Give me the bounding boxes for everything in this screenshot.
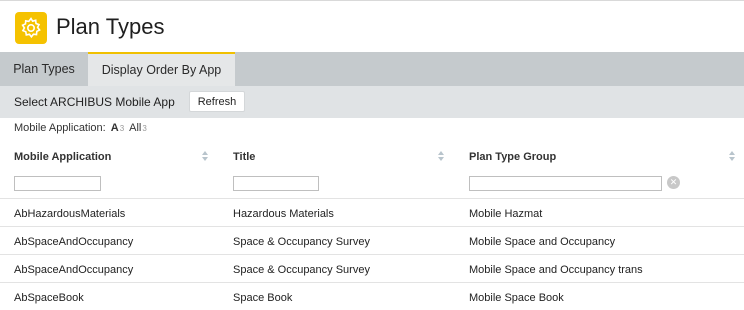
gear-icon xyxy=(15,12,47,44)
filter-title[interactable] xyxy=(233,176,319,191)
index-bar: Mobile Application: A 3 All 3 xyxy=(14,122,147,134)
cell-mobile-application: AbSpaceAndOccupancy xyxy=(14,264,134,276)
page-header: Plan Types xyxy=(0,4,744,52)
cell-mobile-application: AbSpaceAndOccupancy xyxy=(14,236,134,248)
cell-plan-type-group: Mobile Space Book xyxy=(469,292,564,304)
index-label: Mobile Application: xyxy=(14,122,106,134)
table-row[interactable]: AbSpaceAndOccupancy Space & Occupancy Su… xyxy=(0,254,744,282)
cell-title: Hazardous Materials xyxy=(233,208,334,220)
panel-title: Select ARCHIBUS Mobile App xyxy=(14,95,175,109)
sort-icon[interactable] xyxy=(728,150,736,162)
cell-title: Space & Occupancy Survey xyxy=(233,264,370,276)
index-item-count: 3 xyxy=(119,124,125,133)
tab-bar: Plan Types Display Order By App xyxy=(0,52,744,86)
refresh-button[interactable]: Refresh xyxy=(189,91,245,112)
clear-filter-icon[interactable]: ✕ xyxy=(667,176,680,189)
index-item-label: All xyxy=(129,122,142,134)
panel-header: Select ARCHIBUS Mobile App Refresh xyxy=(0,86,744,118)
index-item-count: 3 xyxy=(142,124,147,133)
cell-plan-type-group: Mobile Hazmat xyxy=(469,208,543,220)
table-row[interactable]: AbHazardousMaterials Hazardous Materials… xyxy=(0,198,744,226)
cell-plan-type-group: Mobile Space and Occupancy trans xyxy=(469,264,643,276)
column-header-mobile-application[interactable]: Mobile Application xyxy=(14,151,111,163)
sort-icon[interactable] xyxy=(437,150,445,162)
cell-plan-type-group: Mobile Space and Occupancy xyxy=(469,236,616,248)
index-item-a[interactable]: A 3 xyxy=(111,122,124,134)
table-row[interactable]: AbSpaceBook Space Book Mobile Space Book xyxy=(0,282,744,310)
page-title: Plan Types xyxy=(56,14,165,39)
table-row[interactable]: AbSpaceAndOccupancy Space & Occupancy Su… xyxy=(0,226,744,254)
cell-mobile-application: AbHazardousMaterials xyxy=(14,208,126,220)
filter-mobile-application[interactable] xyxy=(14,176,101,191)
index-item-label: A xyxy=(110,122,119,134)
cell-mobile-application: AbSpaceBook xyxy=(14,292,84,304)
tab-display-order-by-app[interactable]: Display Order By App xyxy=(88,52,235,86)
cell-title: Space Book xyxy=(233,292,293,304)
cell-title: Space & Occupancy Survey xyxy=(233,236,370,248)
filter-plan-type-group[interactable] xyxy=(469,176,662,191)
index-item-all[interactable]: All 3 xyxy=(129,122,147,134)
tab-plan-types[interactable]: Plan Types xyxy=(0,52,88,86)
sort-icon[interactable] xyxy=(201,150,209,162)
column-header-title[interactable]: Title xyxy=(233,151,255,163)
column-header-plan-type-group[interactable]: Plan Type Group xyxy=(469,151,556,163)
